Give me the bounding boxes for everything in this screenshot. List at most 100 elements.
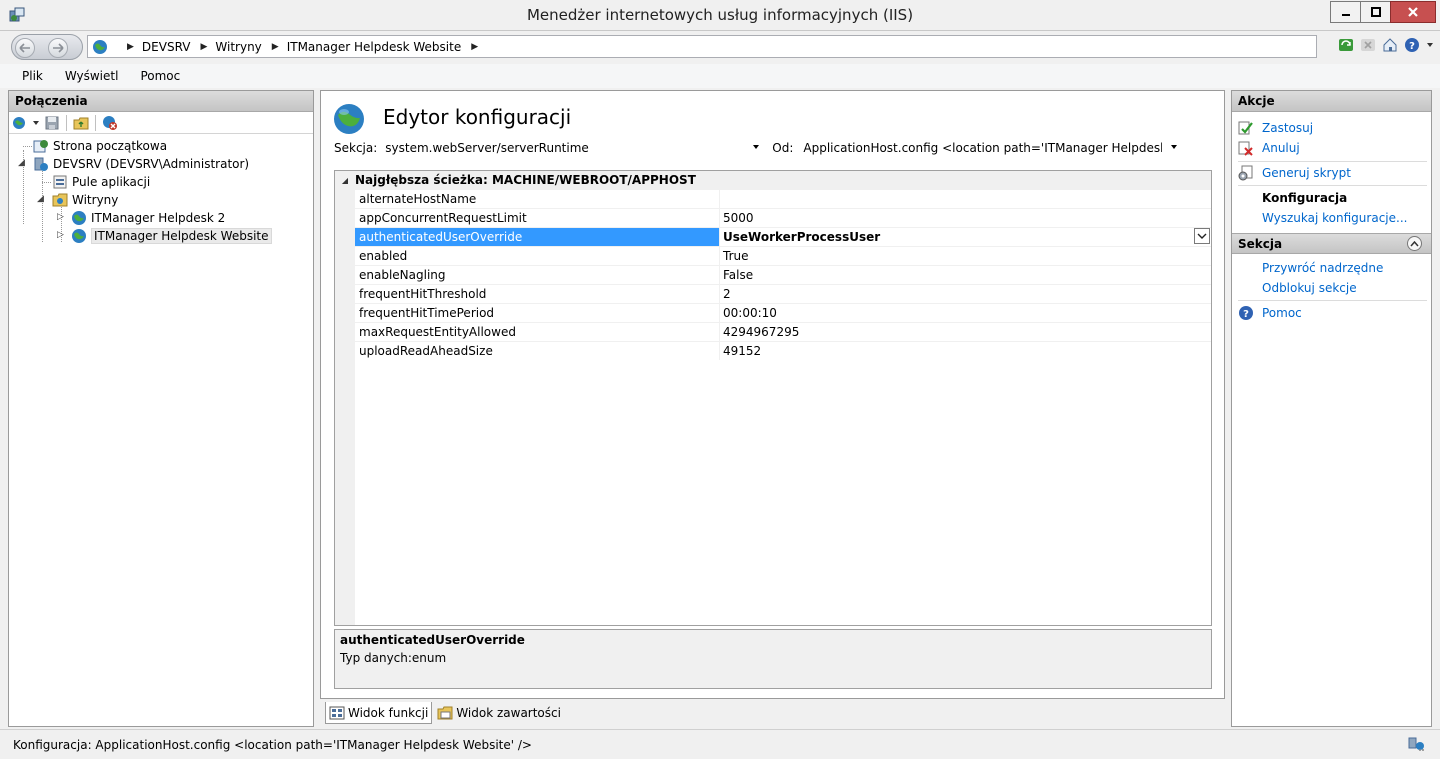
collapse-chevron-up-icon[interactable] (1407, 236, 1422, 251)
category-label: Najgłębsza ścieżka: MACHINE/WEBROOT/APPH… (355, 173, 696, 187)
property-name[interactable]: appConcurrentRequestLimit (355, 209, 720, 227)
property-name[interactable]: enabled (355, 247, 720, 265)
actions-separator (1238, 300, 1427, 301)
chevron-right-icon[interactable]: ▶ (200, 42, 207, 52)
tree-item-server[interactable]: ◢ DEVSRV (DEVSRV\Administrator) (18, 155, 249, 173)
property-name[interactable]: maxRequestEntityAllowed (355, 323, 720, 341)
connect-globe-icon[interactable] (12, 115, 28, 131)
menu-view[interactable]: Wyświetl (65, 69, 119, 83)
window-controls (1330, 1, 1436, 23)
menu-help[interactable]: Pomoc (140, 69, 180, 83)
property-value[interactable]: 5000 (720, 209, 1211, 227)
expand-arrow-icon[interactable]: ▷ (57, 230, 64, 240)
property-name[interactable]: frequentHitThreshold (355, 285, 720, 303)
apply-action[interactable]: Zastosuj (1238, 119, 1313, 137)
home-icon[interactable] (1382, 37, 1398, 53)
property-value[interactable]: 00:00:10 (720, 304, 1211, 322)
maximize-button[interactable] (1360, 1, 1391, 23)
property-name[interactable]: uploadReadAheadSize (355, 342, 720, 360)
tree-item-label: Pule aplikacji (72, 175, 151, 189)
property-value[interactable]: 2 (720, 285, 1211, 303)
tree-item-start-page[interactable]: Strona początkowa (33, 137, 167, 155)
collapse-arrow-icon[interactable]: ◢ (18, 158, 25, 168)
property-name[interactable]: frequentHitTimePeriod (355, 304, 720, 322)
description-text: Typ danych:enum (340, 651, 447, 665)
tab-label: Widok zawartości (456, 706, 561, 720)
actions-separator (1238, 161, 1427, 162)
grid-row-uploadReadAheadSize[interactable]: uploadReadAheadSize 49152 (335, 341, 1211, 360)
globe-icon (72, 229, 86, 243)
status-bar: Konfiguracja: ApplicationHost.config <lo… (0, 729, 1440, 759)
breadcrumb-sites[interactable]: Witryny (215, 40, 261, 54)
property-value[interactable]: False (720, 266, 1211, 284)
menu-file[interactable]: Plik (22, 69, 43, 83)
stop-icon[interactable] (1360, 37, 1376, 53)
tree-item-app-pools[interactable]: Pule aplikacji (52, 173, 150, 191)
chevron-right-icon[interactable]: ▶ (272, 42, 279, 52)
section-selector-row: Sekcja: system.webServer/serverRuntime O… (334, 136, 1212, 160)
chevron-down-icon (753, 145, 760, 149)
row-gutter (335, 285, 355, 303)
tab-features-view[interactable]: Widok funkcji (325, 702, 433, 724)
app-pool-icon (53, 175, 67, 189)
refresh-icon[interactable] (1338, 37, 1354, 53)
grid-row-enableNagling[interactable]: enableNagling False (335, 265, 1211, 284)
grid-category[interactable]: ◢ Najgłębsza ścieżka: MACHINE/WEBROOT/AP… (335, 171, 1211, 189)
expand-arrow-icon[interactable]: ▷ (57, 212, 64, 222)
chevron-down-icon[interactable] (1426, 41, 1434, 49)
help-action[interactable]: ? Pomoc (1238, 304, 1302, 322)
grid-row-frequentHitTimePeriod[interactable]: frequentHitTimePeriod 00:00:10 (335, 303, 1211, 322)
features-view-icon (329, 706, 345, 719)
property-value[interactable] (720, 190, 1211, 208)
config-editor-panel: Edytor konfiguracji Sekcja: system.webSe… (320, 90, 1225, 699)
grid-row-enabled[interactable]: enabled True (335, 246, 1211, 265)
up-folder-icon[interactable] (73, 115, 89, 131)
property-value[interactable]: 49152 (720, 342, 1211, 360)
generate-script-action[interactable]: Generuj skrypt (1238, 164, 1351, 182)
help-icon[interactable]: ? (1404, 37, 1420, 53)
grid-row-alternateHostName[interactable]: alternateHostName (335, 189, 1211, 208)
forward-arrow-icon (53, 43, 64, 53)
disconnect-icon[interactable] (102, 115, 118, 131)
breadcrumb-server[interactable]: DEVSRV (142, 40, 191, 54)
property-name[interactable]: enableNagling (355, 266, 720, 284)
grid-row-appConcurrentRequestLimit[interactable]: appConcurrentRequestLimit 5000 (335, 208, 1211, 227)
globe-icon (72, 211, 86, 225)
value-dropdown-button[interactable] (1194, 228, 1210, 244)
minimize-button[interactable] (1330, 1, 1361, 23)
property-value[interactable]: 4294967295 (720, 323, 1211, 341)
chevron-down-icon[interactable] (33, 120, 39, 126)
from-dropdown[interactable]: ApplicationHost.config <location path='I… (799, 137, 1183, 159)
forward-button[interactable] (48, 38, 68, 58)
globe-icon (93, 39, 107, 54)
property-name[interactable]: alternateHostName (355, 190, 720, 208)
address-bar[interactable]: ▶ DEVSRV ▶ Witryny ▶ ITManager Helpdesk … (87, 35, 1317, 58)
back-button[interactable] (15, 38, 35, 58)
breadcrumb-site[interactable]: ITManager Helpdesk Website (287, 40, 462, 54)
collapse-arrow-icon[interactable]: ◢ (335, 176, 355, 185)
grid-row-frequentHitThreshold[interactable]: frequentHitThreshold 2 (335, 284, 1211, 303)
property-name[interactable]: authenticatedUserOverride (355, 228, 720, 246)
collapse-arrow-icon[interactable]: ◢ (37, 194, 44, 204)
svg-text:?: ? (1409, 41, 1415, 52)
chevron-right-icon[interactable]: ▶ (471, 42, 478, 52)
tree-item-sites[interactable]: ◢ Witryny (37, 191, 118, 209)
property-value[interactable]: UseWorkerProcessUser (720, 228, 1211, 246)
property-value-text: 00:00:10 (723, 306, 777, 320)
save-icon[interactable] (44, 115, 60, 131)
tree-item-site-helpdesk-website[interactable]: ▷ ITManager Helpdesk Website (57, 227, 272, 245)
tab-content-view[interactable]: Widok zawartości (434, 702, 564, 724)
grid-row-authenticatedUserOverride[interactable]: authenticatedUserOverride UseWorkerProces… (335, 227, 1211, 246)
search-configuration-action[interactable]: Wyszukaj konfiguracje... (1262, 209, 1407, 227)
property-value[interactable]: True (720, 247, 1211, 265)
cancel-action[interactable]: Anuluj (1238, 139, 1300, 157)
tree-item-site-helpdesk-2[interactable]: ▷ ITManager Helpdesk 2 (57, 209, 225, 227)
section-group-header[interactable]: Sekcja (1232, 233, 1431, 254)
from-value: ApplicationHost.config <location path='I… (803, 141, 1163, 155)
restore-parent-action[interactable]: Przywróć nadrzędne (1262, 259, 1383, 277)
section-dropdown[interactable]: system.webServer/serverRuntime (381, 137, 765, 159)
close-button[interactable] (1390, 1, 1436, 23)
grid-row-maxRequestEntityAllowed[interactable]: maxRequestEntityAllowed 4294967295 (335, 322, 1211, 341)
unlock-section-action[interactable]: Odblokuj sekcje (1262, 279, 1357, 297)
section-value: system.webServer/serverRuntime (385, 141, 589, 155)
